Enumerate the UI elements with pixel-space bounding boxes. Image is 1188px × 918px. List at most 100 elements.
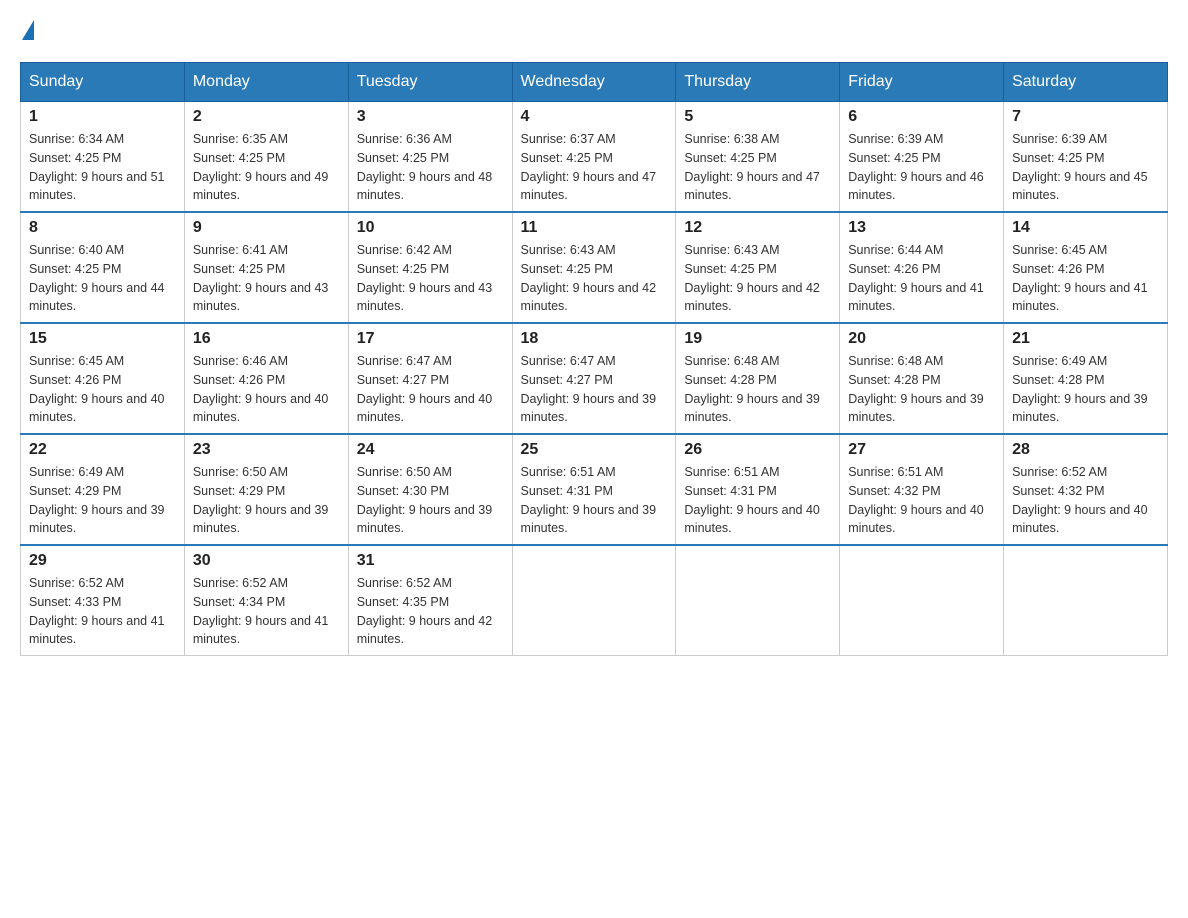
calendar-cell: 24 Sunrise: 6:50 AM Sunset: 4:30 PM Dayl…: [348, 434, 512, 545]
calendar-cell: [840, 545, 1004, 656]
logo-triangle-icon: [22, 20, 34, 40]
day-info: Sunrise: 6:47 AM Sunset: 4:27 PM Dayligh…: [357, 352, 504, 427]
calendar-cell: 3 Sunrise: 6:36 AM Sunset: 4:25 PM Dayli…: [348, 102, 512, 213]
day-info: Sunrise: 6:51 AM Sunset: 4:32 PM Dayligh…: [848, 463, 995, 538]
calendar-table: SundayMondayTuesdayWednesdayThursdayFrid…: [20, 62, 1168, 656]
day-header-friday: Friday: [840, 63, 1004, 102]
day-number: 26: [684, 441, 831, 459]
day-info: Sunrise: 6:52 AM Sunset: 4:34 PM Dayligh…: [193, 574, 340, 649]
day-info: Sunrise: 6:45 AM Sunset: 4:26 PM Dayligh…: [1012, 241, 1159, 316]
day-header-monday: Monday: [184, 63, 348, 102]
day-info: Sunrise: 6:50 AM Sunset: 4:30 PM Dayligh…: [357, 463, 504, 538]
calendar-cell: 7 Sunrise: 6:39 AM Sunset: 4:25 PM Dayli…: [1004, 102, 1168, 213]
calendar-cell: 16 Sunrise: 6:46 AM Sunset: 4:26 PM Dayl…: [184, 323, 348, 434]
calendar-cell: 21 Sunrise: 6:49 AM Sunset: 4:28 PM Dayl…: [1004, 323, 1168, 434]
day-number: 10: [357, 219, 504, 237]
calendar-cell: 20 Sunrise: 6:48 AM Sunset: 4:28 PM Dayl…: [840, 323, 1004, 434]
calendar-cell: 23 Sunrise: 6:50 AM Sunset: 4:29 PM Dayl…: [184, 434, 348, 545]
calendar-cell: 22 Sunrise: 6:49 AM Sunset: 4:29 PM Dayl…: [21, 434, 185, 545]
calendar-cell: 6 Sunrise: 6:39 AM Sunset: 4:25 PM Dayli…: [840, 102, 1004, 213]
day-info: Sunrise: 6:46 AM Sunset: 4:26 PM Dayligh…: [193, 352, 340, 427]
day-header-wednesday: Wednesday: [512, 63, 676, 102]
day-info: Sunrise: 6:45 AM Sunset: 4:26 PM Dayligh…: [29, 352, 176, 427]
day-number: 27: [848, 441, 995, 459]
day-info: Sunrise: 6:38 AM Sunset: 4:25 PM Dayligh…: [684, 130, 831, 205]
day-info: Sunrise: 6:50 AM Sunset: 4:29 PM Dayligh…: [193, 463, 340, 538]
day-info: Sunrise: 6:52 AM Sunset: 4:33 PM Dayligh…: [29, 574, 176, 649]
day-info: Sunrise: 6:49 AM Sunset: 4:28 PM Dayligh…: [1012, 352, 1159, 427]
day-number: 4: [521, 108, 668, 126]
day-number: 23: [193, 441, 340, 459]
day-header-sunday: Sunday: [21, 63, 185, 102]
calendar-cell: 14 Sunrise: 6:45 AM Sunset: 4:26 PM Dayl…: [1004, 212, 1168, 323]
day-number: 15: [29, 330, 176, 348]
day-info: Sunrise: 6:41 AM Sunset: 4:25 PM Dayligh…: [193, 241, 340, 316]
day-info: Sunrise: 6:52 AM Sunset: 4:32 PM Dayligh…: [1012, 463, 1159, 538]
calendar-cell: 18 Sunrise: 6:47 AM Sunset: 4:27 PM Dayl…: [512, 323, 676, 434]
day-number: 13: [848, 219, 995, 237]
calendar-cell: 28 Sunrise: 6:52 AM Sunset: 4:32 PM Dayl…: [1004, 434, 1168, 545]
day-info: Sunrise: 6:40 AM Sunset: 4:25 PM Dayligh…: [29, 241, 176, 316]
logo: [20, 20, 34, 42]
calendar-cell: 19 Sunrise: 6:48 AM Sunset: 4:28 PM Dayl…: [676, 323, 840, 434]
day-info: Sunrise: 6:35 AM Sunset: 4:25 PM Dayligh…: [193, 130, 340, 205]
calendar-cell: 12 Sunrise: 6:43 AM Sunset: 4:25 PM Dayl…: [676, 212, 840, 323]
day-number: 14: [1012, 219, 1159, 237]
day-number: 7: [1012, 108, 1159, 126]
day-number: 30: [193, 552, 340, 570]
calendar-week-row: 15 Sunrise: 6:45 AM Sunset: 4:26 PM Dayl…: [21, 323, 1168, 434]
calendar-week-row: 1 Sunrise: 6:34 AM Sunset: 4:25 PM Dayli…: [21, 102, 1168, 213]
calendar-cell: 9 Sunrise: 6:41 AM Sunset: 4:25 PM Dayli…: [184, 212, 348, 323]
calendar-cell: 11 Sunrise: 6:43 AM Sunset: 4:25 PM Dayl…: [512, 212, 676, 323]
day-number: 22: [29, 441, 176, 459]
day-number: 20: [848, 330, 995, 348]
day-info: Sunrise: 6:42 AM Sunset: 4:25 PM Dayligh…: [357, 241, 504, 316]
day-header-thursday: Thursday: [676, 63, 840, 102]
day-number: 5: [684, 108, 831, 126]
calendar-cell: 17 Sunrise: 6:47 AM Sunset: 4:27 PM Dayl…: [348, 323, 512, 434]
day-header-saturday: Saturday: [1004, 63, 1168, 102]
page-header: [20, 20, 1168, 42]
calendar-cell: 15 Sunrise: 6:45 AM Sunset: 4:26 PM Dayl…: [21, 323, 185, 434]
day-number: 28: [1012, 441, 1159, 459]
day-info: Sunrise: 6:51 AM Sunset: 4:31 PM Dayligh…: [684, 463, 831, 538]
calendar-cell: 30 Sunrise: 6:52 AM Sunset: 4:34 PM Dayl…: [184, 545, 348, 656]
calendar-week-row: 22 Sunrise: 6:49 AM Sunset: 4:29 PM Dayl…: [21, 434, 1168, 545]
day-number: 24: [357, 441, 504, 459]
day-number: 16: [193, 330, 340, 348]
day-number: 11: [521, 219, 668, 237]
day-info: Sunrise: 6:48 AM Sunset: 4:28 PM Dayligh…: [848, 352, 995, 427]
day-info: Sunrise: 6:43 AM Sunset: 4:25 PM Dayligh…: [684, 241, 831, 316]
day-info: Sunrise: 6:37 AM Sunset: 4:25 PM Dayligh…: [521, 130, 668, 205]
day-info: Sunrise: 6:39 AM Sunset: 4:25 PM Dayligh…: [1012, 130, 1159, 205]
day-number: 2: [193, 108, 340, 126]
calendar-cell: 5 Sunrise: 6:38 AM Sunset: 4:25 PM Dayli…: [676, 102, 840, 213]
day-info: Sunrise: 6:44 AM Sunset: 4:26 PM Dayligh…: [848, 241, 995, 316]
calendar-cell: 4 Sunrise: 6:37 AM Sunset: 4:25 PM Dayli…: [512, 102, 676, 213]
day-info: Sunrise: 6:47 AM Sunset: 4:27 PM Dayligh…: [521, 352, 668, 427]
calendar-cell: 29 Sunrise: 6:52 AM Sunset: 4:33 PM Dayl…: [21, 545, 185, 656]
day-number: 29: [29, 552, 176, 570]
calendar-cell: 8 Sunrise: 6:40 AM Sunset: 4:25 PM Dayli…: [21, 212, 185, 323]
day-number: 18: [521, 330, 668, 348]
day-header-tuesday: Tuesday: [348, 63, 512, 102]
calendar-cell: 1 Sunrise: 6:34 AM Sunset: 4:25 PM Dayli…: [21, 102, 185, 213]
day-number: 6: [848, 108, 995, 126]
day-number: 3: [357, 108, 504, 126]
calendar-cell: 25 Sunrise: 6:51 AM Sunset: 4:31 PM Dayl…: [512, 434, 676, 545]
day-number: 17: [357, 330, 504, 348]
day-number: 9: [193, 219, 340, 237]
day-info: Sunrise: 6:48 AM Sunset: 4:28 PM Dayligh…: [684, 352, 831, 427]
calendar-week-row: 8 Sunrise: 6:40 AM Sunset: 4:25 PM Dayli…: [21, 212, 1168, 323]
day-number: 31: [357, 552, 504, 570]
day-number: 25: [521, 441, 668, 459]
calendar-week-row: 29 Sunrise: 6:52 AM Sunset: 4:33 PM Dayl…: [21, 545, 1168, 656]
day-info: Sunrise: 6:52 AM Sunset: 4:35 PM Dayligh…: [357, 574, 504, 649]
day-info: Sunrise: 6:49 AM Sunset: 4:29 PM Dayligh…: [29, 463, 176, 538]
day-info: Sunrise: 6:51 AM Sunset: 4:31 PM Dayligh…: [521, 463, 668, 538]
calendar-cell: [676, 545, 840, 656]
day-number: 21: [1012, 330, 1159, 348]
day-info: Sunrise: 6:43 AM Sunset: 4:25 PM Dayligh…: [521, 241, 668, 316]
day-number: 19: [684, 330, 831, 348]
day-info: Sunrise: 6:34 AM Sunset: 4:25 PM Dayligh…: [29, 130, 176, 205]
